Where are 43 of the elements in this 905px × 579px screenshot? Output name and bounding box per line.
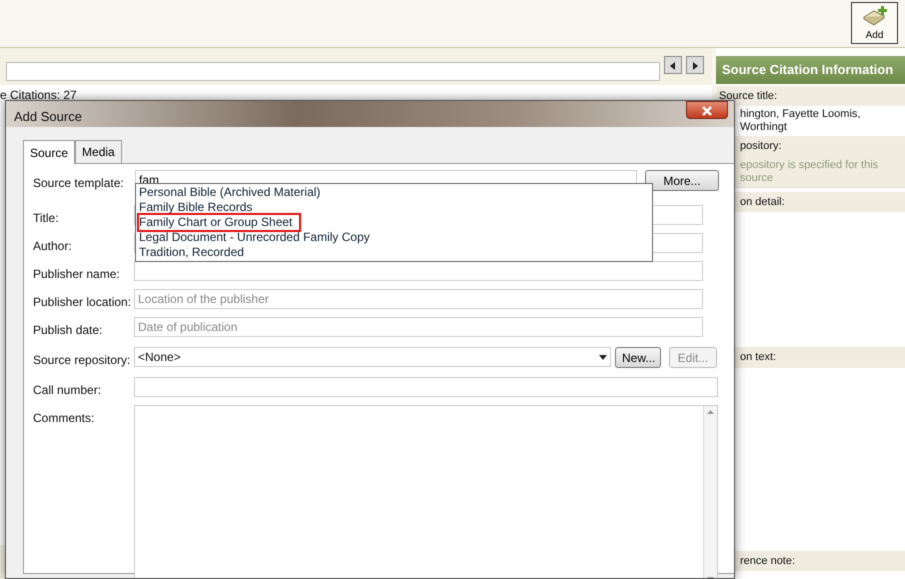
citation-count: e Citations: 27 (0, 88, 77, 102)
tab[interactable]: Source (23, 140, 76, 164)
field-label: rence note: (740, 554, 796, 566)
caret-icon (599, 354, 607, 360)
suggestion-item[interactable]: Family Chart or Group Sheet (139, 215, 299, 230)
field-label: Publisher location: (33, 294, 132, 311)
field-label: Author: (33, 238, 73, 255)
more-button[interactable]: More... (645, 170, 719, 191)
dialog-title: Add Source (14, 109, 82, 124)
field-label: Publish date: (33, 322, 104, 339)
comments-field[interactable] (134, 405, 718, 578)
field-value: hington, Fayette Loomis, Worthingt (739, 107, 862, 135)
text-field[interactable]: Date of publication (134, 317, 703, 337)
suggestion-item[interactable]: Tradition, Recorded (139, 245, 649, 260)
text-field[interactable] (134, 261, 703, 281)
close-icon (702, 106, 712, 116)
search-field[interactable] (6, 62, 660, 81)
close-button[interactable] (686, 101, 728, 119)
field-label: Source title: (719, 90, 778, 102)
add-book-icon (862, 5, 888, 27)
add-button[interactable]: Add (851, 2, 898, 44)
right-arrow-icon (691, 62, 699, 70)
field-label: Title: (33, 210, 60, 227)
field-label: pository: (740, 140, 782, 152)
field-label: Publisher name: (33, 266, 121, 283)
left-arrow-icon (669, 62, 677, 70)
suggestion-item[interactable]: Family Bible Records (139, 200, 649, 215)
tab[interactable]: Media (75, 140, 122, 163)
next-button[interactable] (686, 56, 704, 74)
field-label: on detail: (740, 196, 785, 208)
field-label: Source repository: (33, 352, 132, 369)
repository-dropdown[interactable]: <None> (134, 347, 611, 367)
text-field[interactable]: Location of the publisher (134, 289, 703, 309)
suggestion-item[interactable]: Legal Document - Unrecorded Family Copy (139, 230, 649, 245)
new-button[interactable]: New... (615, 347, 661, 368)
scroll-up-icon (707, 410, 714, 414)
text-field[interactable] (134, 377, 718, 397)
panel-header: Source Citation Information (716, 56, 905, 84)
field-label: Source template: (33, 175, 125, 192)
field-label: Call number: (33, 382, 102, 399)
field-label: Comments: (33, 410, 96, 427)
field-label: on text: (740, 351, 776, 363)
previous-button[interactable] (664, 56, 682, 74)
